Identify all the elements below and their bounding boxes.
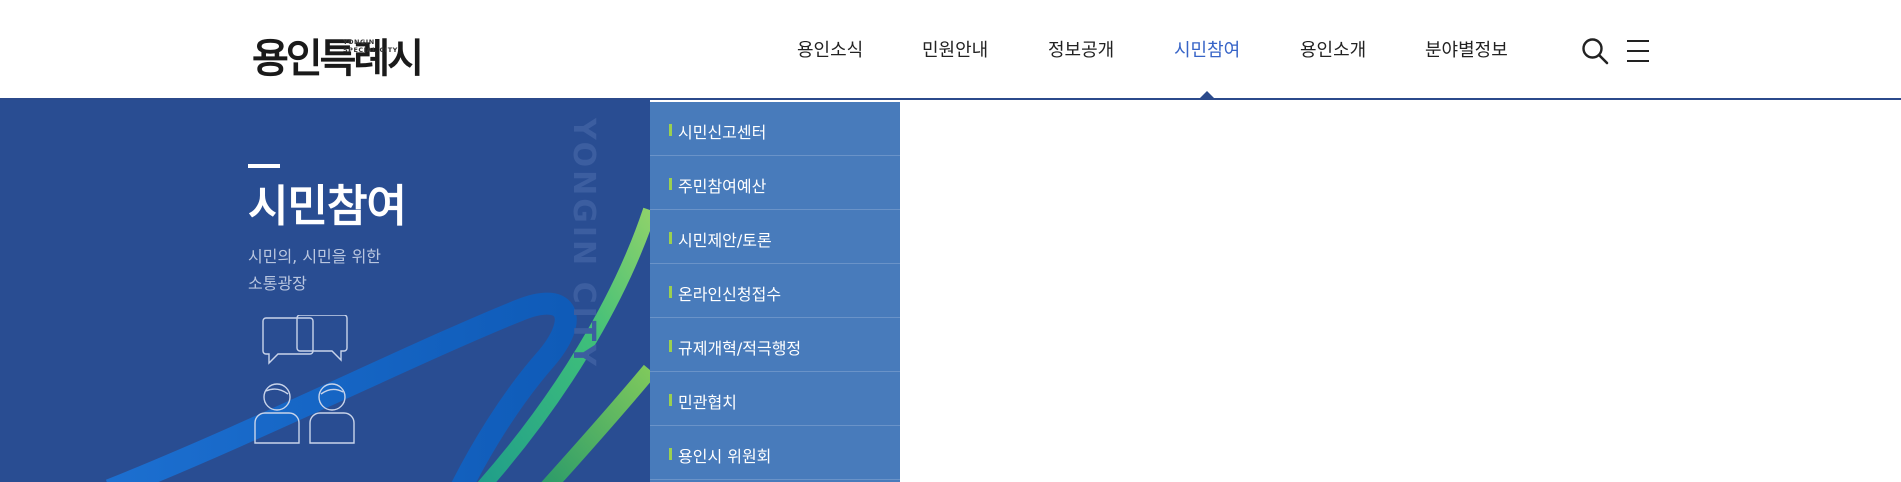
title-accent-bar xyxy=(248,164,280,168)
submenu-item-report-center[interactable]: 시민신고센터 xyxy=(650,102,900,156)
submenu-item-committees[interactable]: 용인시 위원회 xyxy=(650,426,900,480)
submenu-label: 시민신고센터 xyxy=(678,123,767,142)
section-banner: YONGIN CITY 시민참여 시민의, 시민을 위한 소통광장 xyxy=(0,100,650,482)
page-title: 시민참여 xyxy=(248,181,407,232)
submenu-label: 온라인신청접수 xyxy=(678,285,782,304)
logo-sub-line2: SPECIAL CITY xyxy=(343,46,398,54)
nav-item-news[interactable]: 용인소식 xyxy=(797,36,863,66)
nav-item-participation[interactable]: 시민참여 xyxy=(1174,36,1240,66)
bullet-bar xyxy=(669,124,672,136)
bullet-bar xyxy=(669,286,672,298)
people-chat-icon xyxy=(254,315,355,444)
watermark-text: YONGIN CITY xyxy=(566,118,601,369)
subtitle-line2: 소통광장 xyxy=(248,274,307,293)
page-subtitle: 시민의, 시민을 위한 소통광장 xyxy=(248,243,381,297)
nav-item-fields[interactable]: 분야별정보 xyxy=(1425,36,1508,66)
logo-subtext: YONGIN SPECIAL CITY xyxy=(343,38,398,54)
submenu-label: 용인시 위원회 xyxy=(678,447,772,466)
submenu-item-governance[interactable]: 민관협치 xyxy=(650,372,900,426)
submenu-label: 시민제안/토론 xyxy=(678,231,772,250)
submenu-item-online-application[interactable]: 온라인신청접수 xyxy=(650,264,900,318)
nav-item-information[interactable]: 정보공개 xyxy=(1048,36,1114,66)
bullet-bar xyxy=(669,232,672,244)
nav-item-about[interactable]: 용인소개 xyxy=(1300,36,1366,66)
submenu-label: 민관협치 xyxy=(678,393,737,412)
hamburger-menu-icon[interactable] xyxy=(1624,36,1654,66)
subtitle-line1: 시민의, 시민을 위한 xyxy=(248,247,382,266)
submenu-item-participatory-budget[interactable]: 주민참여예산 xyxy=(650,156,900,210)
bullet-bar xyxy=(669,340,672,352)
submenu-item-proposal-discussion[interactable]: 시민제안/토론 xyxy=(650,210,900,264)
header: 용인특례시 YONGIN SPECIAL CITY 용인소식 민원안내 정보공개… xyxy=(0,0,1901,100)
submenu-label: 주민참여예산 xyxy=(678,177,767,196)
submenu-label: 규제개혁/적극행정 xyxy=(678,339,802,358)
bullet-bar xyxy=(669,448,672,460)
nav-item-civil-service[interactable]: 민원안내 xyxy=(922,36,988,66)
submenu-panel: 시민신고센터 주민참여예산 시민제안/토론 온라인신청접수 규제개혁/적극행정 … xyxy=(650,102,900,482)
bullet-bar xyxy=(669,394,672,406)
submenu-item-regulatory-reform[interactable]: 규제개혁/적극행정 xyxy=(650,318,900,372)
logo-sub-line1: YONGIN xyxy=(343,38,375,46)
search-icon[interactable] xyxy=(1580,36,1610,66)
bullet-bar xyxy=(669,178,672,190)
active-nav-indicator xyxy=(1198,91,1216,100)
